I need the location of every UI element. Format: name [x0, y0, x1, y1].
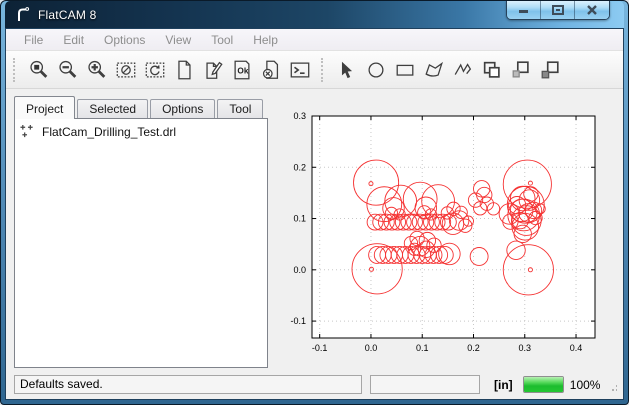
plot-canvas[interactable]: -0.1 0.0 0.1 0.2 0.3 0.4 -0.1 0.0 0.1 0.2 0.3 — [274, 97, 624, 365]
toolbar-group — [332, 55, 564, 84]
svg-text:0.3: 0.3 — [519, 343, 532, 353]
svg-text:0.4: 0.4 — [570, 343, 583, 353]
svg-text:0.3: 0.3 — [293, 111, 306, 121]
zoom-out-button[interactable] — [53, 55, 82, 84]
close-button[interactable] — [575, 0, 609, 19]
move-objects-button[interactable] — [535, 55, 564, 84]
toolbar-drag-handle[interactable] — [13, 58, 19, 82]
status-message: Defaults saved. — [14, 375, 362, 394]
left-panel: ProjectSelectedOptionsTool FlatCam_Drill… — [14, 95, 268, 368]
replot-icon — [144, 59, 166, 81]
window-content: FileEditOptionsViewToolHelp ProjectSelec… — [5, 28, 624, 400]
progress-label: 100% — [570, 378, 601, 392]
select-button[interactable] — [332, 55, 361, 84]
copy-geometry-icon — [510, 59, 532, 81]
svg-text:0.1: 0.1 — [293, 214, 306, 224]
menu-edit[interactable]: Edit — [53, 30, 94, 50]
svg-text:0.1: 0.1 — [416, 343, 429, 353]
window-controls — [506, 0, 610, 20]
menu-options[interactable]: Options — [94, 30, 155, 50]
project-tree[interactable]: FlatCam_Drilling_Test.drl — [14, 118, 268, 368]
toolbar-drag-handle[interactable] — [321, 58, 327, 82]
status-bar: Defaults saved. [in] 100% — [6, 372, 623, 399]
app-window: FlatCAM 8 FileEditOptionsViewToolHelp Pr… — [0, 0, 629, 405]
tree-item[interactable]: FlatCam_Drilling_Test.drl — [15, 119, 267, 144]
svg-text:0.0: 0.0 — [293, 265, 306, 275]
tab-tool[interactable]: Tool — [217, 99, 263, 118]
save-project-button[interactable] — [227, 55, 256, 84]
new-project-icon — [173, 59, 195, 81]
main-area: ProjectSelectedOptionsTool FlatCam_Drill… — [6, 89, 623, 372]
new-project-button[interactable] — [169, 55, 198, 84]
zoom-fit-button[interactable] — [24, 55, 53, 84]
copy-geometry-button[interactable] — [506, 55, 535, 84]
save-project-icon — [231, 59, 253, 81]
window-title: FlatCAM 8 — [38, 8, 96, 22]
tab-bar: ProjectSelectedOptionsTool — [14, 95, 268, 118]
copy-objects-button[interactable] — [477, 55, 506, 84]
app-logo-icon — [14, 6, 31, 23]
shell-button[interactable] — [285, 55, 314, 84]
zoom-in-button[interactable] — [82, 55, 111, 84]
progress-bar — [523, 376, 564, 393]
draw-path-icon — [452, 59, 474, 81]
svg-text:-0.1: -0.1 — [290, 316, 306, 326]
units-indicator[interactable]: [in] — [494, 378, 513, 392]
draw-circle-button[interactable] — [361, 55, 390, 84]
draw-circle-icon — [365, 59, 387, 81]
toolbar-group — [24, 55, 314, 84]
clear-plot-icon — [115, 59, 137, 81]
menu-tool[interactable]: Tool — [201, 30, 243, 50]
menu-bar: FileEditOptionsViewToolHelp — [6, 29, 623, 51]
title-bar[interactable]: FlatCAM 8 — [5, 1, 624, 28]
shell-icon — [289, 59, 311, 81]
menu-help[interactable]: Help — [243, 30, 288, 50]
draw-rectangle-icon — [394, 59, 416, 81]
draw-path-button[interactable] — [448, 55, 477, 84]
minimize-button[interactable] — [507, 0, 541, 19]
svg-text:0.0: 0.0 — [365, 343, 378, 353]
progress-fill — [524, 377, 563, 392]
tree-item-label: FlatCam_Drilling_Test.drl — [42, 125, 176, 139]
draw-rectangle-button[interactable] — [390, 55, 419, 84]
svg-text:0.2: 0.2 — [293, 162, 306, 172]
maximize-icon — [552, 5, 564, 15]
replot-button[interactable] — [140, 55, 169, 84]
maximize-button[interactable] — [541, 0, 575, 19]
clear-plot-button[interactable] — [111, 55, 140, 84]
move-objects-icon — [539, 59, 561, 81]
delete-object-button[interactable] — [256, 55, 285, 84]
minimize-icon — [518, 5, 530, 14]
draw-polygon-button[interactable] — [419, 55, 448, 84]
menu-file[interactable]: File — [14, 30, 53, 50]
menu-view[interactable]: View — [155, 30, 201, 50]
close-icon — [586, 5, 598, 15]
tab-project[interactable]: Project — [14, 96, 75, 119]
zoom-in-icon — [86, 59, 108, 81]
zoom-out-icon — [57, 59, 79, 81]
open-project-icon — [202, 59, 224, 81]
draw-polygon-icon — [423, 59, 445, 81]
copy-objects-icon — [481, 59, 503, 81]
resize-grip[interactable] — [606, 383, 617, 397]
zoom-fit-icon — [28, 59, 50, 81]
drill-file-icon — [20, 124, 35, 139]
svg-text:-0.1: -0.1 — [312, 343, 328, 353]
svg-text:0.2: 0.2 — [467, 343, 480, 353]
delete-object-icon — [260, 59, 282, 81]
toolbar — [6, 51, 623, 89]
select-icon — [336, 59, 358, 81]
tab-selected[interactable]: Selected — [77, 99, 148, 118]
status-aux-field — [370, 375, 480, 394]
open-project-button[interactable] — [198, 55, 227, 84]
tab-options[interactable]: Options — [150, 99, 215, 118]
plot-panel: -0.1 0.0 0.1 0.2 0.3 0.4 -0.1 0.0 0.1 0.2 0.3 — [268, 95, 624, 368]
